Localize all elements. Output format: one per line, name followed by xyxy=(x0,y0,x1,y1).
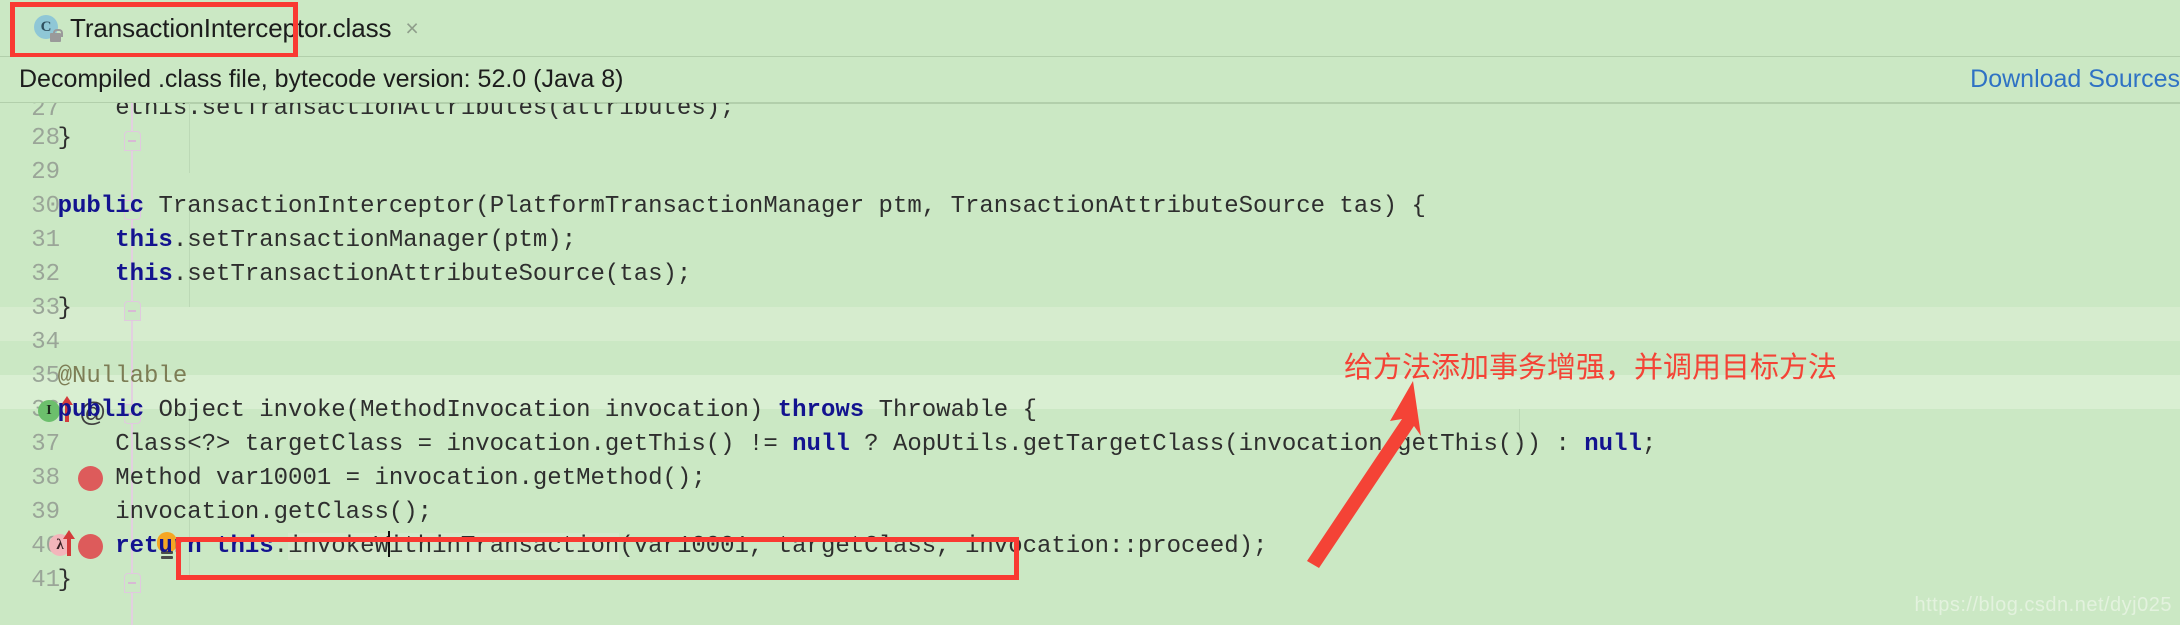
notification-message: Decompiled .class file, bytecode version… xyxy=(19,65,624,93)
editor-tab-bar: C TransactionInterceptor.class × xyxy=(0,0,2180,58)
editor-tab-transactioninterceptor[interactable]: C TransactionInterceptor.class × xyxy=(22,6,429,50)
code-line-27: ethis.setTransactionAttributes(attribute… xyxy=(0,103,735,122)
watermark-text: https://blog.csdn.net/dyj025 xyxy=(1914,594,2172,616)
line-number-34: 34 xyxy=(31,329,60,356)
code-line-33: } xyxy=(0,295,73,322)
fold-marker-collapse-icon[interactable] xyxy=(124,301,141,321)
line-number-29: 29 xyxy=(31,159,60,186)
code-editor[interactable]: 27 28 29 30 31 32 33 34 35 36 37 38 39 4… xyxy=(0,103,2180,625)
caret-word-highlight: invokeWithinTransaction xyxy=(288,531,620,560)
editor-tab-label: TransactionInterceptor.class xyxy=(70,12,392,43)
code-line-31: this.setTransactionManager(ptm); xyxy=(0,227,577,254)
close-icon[interactable]: × xyxy=(405,16,418,40)
code-line-41: } xyxy=(0,567,73,594)
editor-row-38-background xyxy=(0,307,2180,341)
code-line-36: public Object invoke(MethodInvocation in… xyxy=(0,397,1038,424)
java-class-file-icon: C xyxy=(34,14,63,42)
code-line-39: invocation.getClass(); xyxy=(0,499,433,526)
ide-editor-window: C TransactionInterceptor.class × Decompi… xyxy=(0,0,2180,625)
code-line-32: this.setTransactionAttributeSource(tas); xyxy=(0,261,692,288)
download-sources-link[interactable]: Download Sources xyxy=(1970,65,2180,94)
code-line-30: public TransactionInterceptor(PlatformTr… xyxy=(0,193,1426,220)
text-caret xyxy=(387,531,390,557)
lock-icon xyxy=(50,28,63,42)
code-line-28: } xyxy=(0,125,73,152)
code-line-37: Class<?> targetClass = invocation.getThi… xyxy=(0,431,1657,458)
decompiled-notification-bar: Decompiled .class file, bytecode version… xyxy=(0,57,2180,103)
code-line-38: Method var10001 = invocation.getMethod()… xyxy=(0,465,706,492)
code-line-40: return this.invokeWithinTransaction(var1… xyxy=(0,531,1268,560)
code-line-35: @Nullable xyxy=(0,363,188,390)
chinese-annotation-note: 给方法添加事务增强，并调用目标方法 xyxy=(1344,350,1838,384)
fold-marker-collapse-icon[interactable] xyxy=(124,573,141,593)
fold-marker-collapse-icon[interactable] xyxy=(124,131,141,151)
